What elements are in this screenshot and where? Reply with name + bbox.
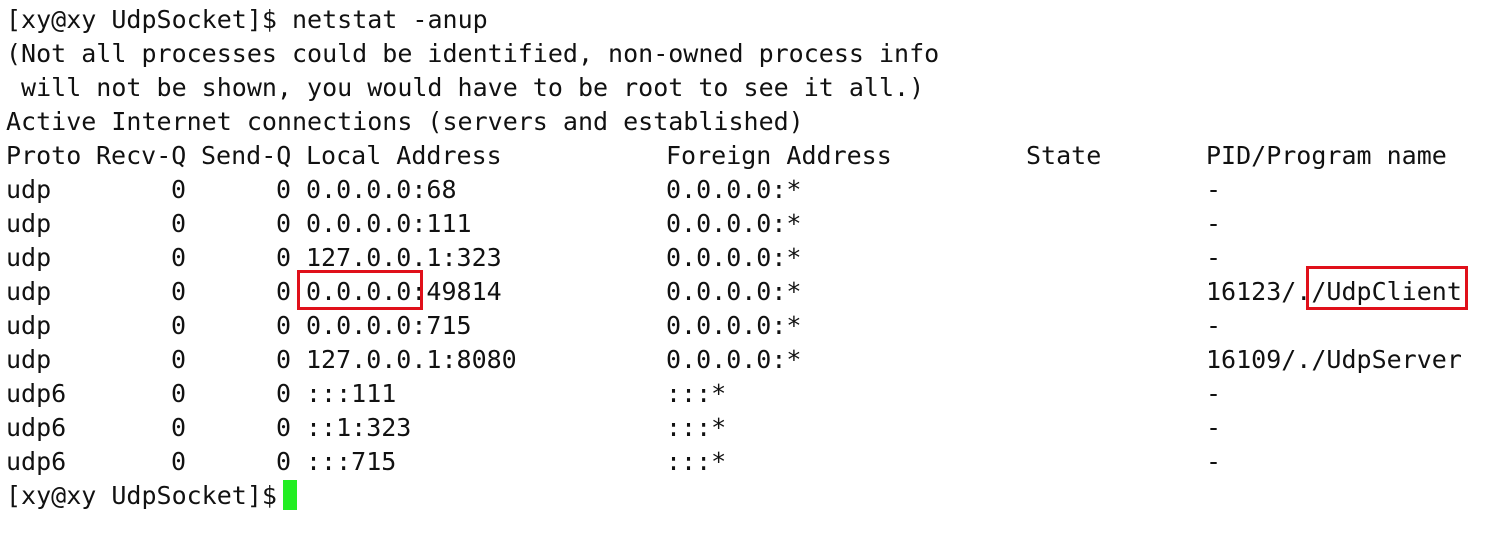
column-header-proto: Proto: [6, 141, 82, 170]
cell-pid-program: 16123/./UdpClient: [1206, 277, 1462, 306]
table-row: udp 0 0 127.0.0.1:323 0.0.0.0:* -: [6, 241, 1486, 275]
cell-sendq: 0: [275, 345, 291, 374]
cell-proto: udp: [6, 209, 52, 238]
cell-recvq: 0: [170, 311, 186, 340]
cell-proto: udp: [6, 243, 52, 272]
table-header: Proto Recv-Q Send-Q Local Address Foreig…: [6, 139, 1486, 173]
cell-pid-program: 16109/./UdpServer: [1206, 345, 1462, 374]
cell-foreign-address: :::*: [666, 447, 727, 476]
cell-proto: udp: [6, 345, 52, 374]
table-row: udp6 0 0:::111:::* -: [6, 377, 1486, 411]
shell-prompt: [xy@xy UdpSocket]$: [6, 481, 277, 510]
cell-foreign-address: 0.0.0.0:*: [666, 175, 802, 204]
cell-sendq: 0: [275, 243, 291, 272]
cell-pid-program: -: [1206, 209, 1222, 238]
cell-proto: udp6: [6, 413, 67, 442]
cell-local-address: :::111: [306, 379, 397, 408]
cell-recvq: 0: [170, 413, 186, 442]
cell-sendq: 0: [275, 413, 291, 442]
cell-recvq: 0: [170, 277, 186, 306]
cell-foreign-address: 0.0.0.0:*: [666, 277, 802, 306]
cell-local-address: 127.0.0.1:323: [306, 243, 502, 272]
shell-prompt: [xy@xy UdpSocket]$: [6, 5, 277, 34]
cell-proto: udp: [6, 175, 52, 204]
column-header-sendq: Send-Q: [201, 141, 292, 170]
cell-proto: udp: [6, 277, 52, 306]
cell-foreign-address: :::*: [666, 379, 727, 408]
cell-local-address: 0.0.0.0:68: [306, 175, 457, 204]
cell-pid-program: -: [1206, 379, 1222, 408]
cell-recvq: 0: [170, 447, 186, 476]
cell-local-address: 127.0.0.1:8080: [306, 345, 517, 374]
cell-sendq: 0: [275, 277, 291, 306]
command-text: netstat -anup: [292, 5, 488, 34]
cell-sendq: 0: [275, 209, 291, 238]
table-row: udp 0 0 127.0.0.1:8080 0.0.0.0:* 16109/./UdpS…: [6, 343, 1486, 377]
cell-sendq: 0: [275, 447, 291, 476]
cell-recvq: 0: [170, 345, 186, 374]
column-header-recvq: Recv-Q: [96, 141, 187, 170]
column-header-foreign-address: Foreign Address: [666, 141, 892, 170]
cell-proto: udp6: [6, 447, 67, 476]
cell-sendq: 0: [275, 311, 291, 340]
notice-line: (Not all processes could be identified, …: [6, 39, 940, 68]
cell-local-address: 0.0.0.0:111: [306, 209, 472, 238]
table-row: udp 0 0 0.0.0.0:111 0.0.0.0:* -: [6, 207, 1486, 241]
notice-line: will not be shown, you would have to be …: [6, 73, 925, 102]
cell-local-address: 0.0.0.0:49814: [306, 277, 502, 306]
command-line: [xy@xy UdpSocket]$ netstat -anup: [6, 3, 1486, 37]
cell-recvq: 0: [170, 379, 186, 408]
cell-sendq: 0: [275, 379, 291, 408]
cell-sendq: 0: [275, 175, 291, 204]
cell-local-address: ::1:323: [306, 413, 412, 442]
column-header-local-address: Local Address: [306, 141, 502, 170]
cell-foreign-address: :::*: [666, 413, 727, 442]
cell-proto: udp: [6, 311, 52, 340]
cell-local-address: 0.0.0.0:715: [306, 311, 472, 340]
table-row: udp6 0 0::1:323:::* -: [6, 411, 1486, 445]
connection-table: udp 0 0 0.0.0.0:68 0.0.0.0:* - udp 0 0 0.0.0.0:11…: [6, 173, 1486, 479]
cell-local-address: :::715: [306, 447, 397, 476]
cursor: [282, 480, 297, 510]
cell-foreign-address: 0.0.0.0:*: [666, 345, 802, 374]
cell-pid-program: -: [1206, 175, 1222, 204]
column-header-state: State: [1026, 141, 1102, 170]
table-row: udp 0 0 0.0.0.0:68 0.0.0.0:* -: [6, 173, 1486, 207]
cell-pid-program: -: [1206, 447, 1222, 476]
cell-recvq: 0: [170, 209, 186, 238]
table-row: udp 0 0 0.0.0.0:49814 0.0.0.0:* 16123/./UdpCl…: [6, 275, 1486, 309]
cell-pid-program: -: [1206, 311, 1222, 340]
cell-recvq: 0: [170, 175, 186, 204]
prompt-line: [xy@xy UdpSocket]$: [6, 479, 1486, 513]
table-row: udp 0 0 0.0.0.0:715 0.0.0.0:* -: [6, 309, 1486, 343]
table-row: udp6 0 0:::715:::* -: [6, 445, 1486, 479]
cell-recvq: 0: [170, 243, 186, 272]
cell-proto: udp6: [6, 379, 67, 408]
column-header-pid-program: PID/Program name: [1206, 141, 1447, 170]
terminal-output[interactable]: [xy@xy UdpSocket]$ netstat -anup (Not al…: [6, 3, 1486, 513]
cell-foreign-address: 0.0.0.0:*: [666, 243, 802, 272]
section-title: Active Internet connections (servers and…: [6, 107, 804, 136]
cell-pid-program: -: [1206, 243, 1222, 272]
cell-foreign-address: 0.0.0.0:*: [666, 311, 802, 340]
cell-pid-program: -: [1206, 413, 1222, 442]
cell-foreign-address: 0.0.0.0:*: [666, 209, 802, 238]
